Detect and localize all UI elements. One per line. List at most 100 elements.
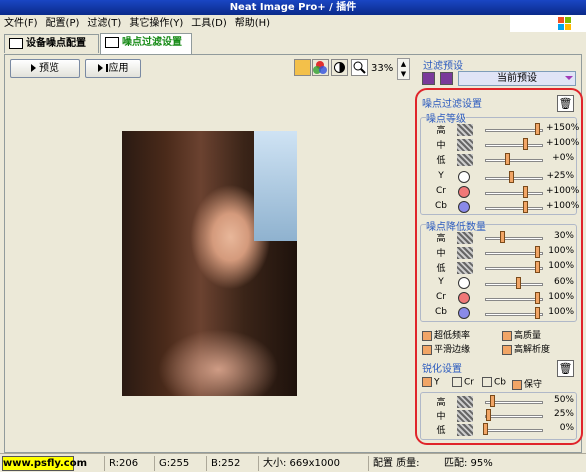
noise-level-noise-icon: [457, 124, 473, 136]
menu-filter[interactable]: 过滤(T): [83, 15, 125, 32]
noise-level-value: +0%: [552, 153, 574, 163]
reset-sharpen-button[interactable]: 🗑: [557, 360, 574, 377]
noise-level-slider-handle[interactable]: [523, 138, 529, 150]
save-preset-icon[interactable]: [440, 72, 453, 85]
checkbox-icon[interactable]: [502, 344, 512, 355]
reduction-level-label: 高: [436, 234, 446, 244]
noise-channel-value: +100%: [546, 201, 580, 211]
noise-channel-label: Cr: [436, 186, 446, 196]
option-label: 平滑边缘: [434, 345, 471, 355]
noise-level-slider-handle[interactable]: [535, 123, 541, 135]
menu-file[interactable]: 文件(F): [0, 15, 42, 32]
reduction-channel-value: 100%: [548, 292, 574, 302]
noise-filter-title: 噪点过滤设置: [422, 99, 482, 110]
reduction-level-slider-handle[interactable]: [499, 231, 505, 243]
noise-channel-value: +100%: [546, 186, 580, 196]
option-checkbox[interactable]: 超低频率: [422, 328, 470, 341]
noise-channel-slider-handle[interactable]: [523, 186, 529, 198]
noise-level-slider[interactable]: [485, 144, 543, 147]
trash-icon: 🗑: [558, 97, 573, 110]
sharpen-channel-checkbox[interactable]: Y: [422, 377, 440, 388]
noise-channel-label: Cb: [435, 201, 447, 211]
reduction-level-noise-icon: [457, 247, 473, 259]
sharpen-level-slider[interactable]: [485, 429, 543, 432]
chevron-up-icon[interactable]: ▲: [398, 59, 409, 69]
apply-button[interactable]: 应用: [85, 59, 141, 78]
chevron-down-icon[interactable]: ▼: [398, 69, 409, 79]
noise-channel-slider-handle[interactable]: [509, 171, 515, 183]
sharpen-level-slider-handle[interactable]: [486, 409, 492, 421]
option-label: 超低频率: [434, 331, 471, 341]
noise-level-noise-icon: [457, 154, 473, 166]
option-label: 高质量: [514, 331, 542, 341]
status-blue: B:252: [206, 456, 258, 471]
noise-channel-slider[interactable]: [485, 207, 543, 210]
reduction-level-slider-handle[interactable]: [535, 261, 541, 273]
noise-level-label: 中: [436, 141, 446, 151]
color-channels-icon[interactable]: [312, 59, 329, 76]
noise-channel-slider[interactable]: [485, 192, 543, 195]
app-window: Neat Image Pro+ / 插件 文件(F) 配置(P) 过滤(T) 其它操作…: [0, 0, 586, 472]
sharpen-channel-checkbox[interactable]: 保守: [512, 377, 542, 390]
sharpen-level-row: 中 25%: [420, 409, 585, 423]
status-size: 大小: 669x1000: [258, 456, 368, 471]
chevron-down-icon: [565, 76, 573, 80]
reduction-channel-slider-handle[interactable]: [516, 277, 521, 289]
reduction-channel-value: 100%: [548, 307, 574, 317]
menu-help[interactable]: 帮助(H): [231, 15, 274, 32]
reduction-level-slider-handle[interactable]: [535, 246, 541, 258]
checkbox-icon[interactable]: [512, 379, 522, 390]
noise-channel-value: +25%: [546, 171, 574, 181]
sharpen-channel-checkbox[interactable]: Cr: [452, 377, 474, 388]
preview-button[interactable]: 预览: [10, 59, 80, 78]
filter-toggle-icon[interactable]: [294, 59, 311, 76]
contrast-icon[interactable]: [331, 59, 348, 76]
load-preset-icon[interactable]: [422, 72, 435, 85]
noise-channel-slider-handle[interactable]: [523, 201, 529, 213]
reduction-channel-slider-handle[interactable]: [535, 292, 541, 304]
reduction-level-slider[interactable]: [485, 237, 543, 240]
reduction-channel-row: Cb 100%: [420, 307, 585, 321]
sharpen-channel-checkbox[interactable]: Cb: [482, 377, 506, 388]
status-green: G:255: [154, 456, 206, 471]
sharpen-level-value: 50%: [553, 395, 574, 405]
checkbox-icon[interactable]: [422, 344, 432, 355]
checkbox-icon[interactable]: [482, 377, 492, 387]
menu-other[interactable]: 其它操作(Y): [125, 15, 187, 32]
status-config-quality: 配置 质量: 83%: [368, 456, 440, 471]
tab-noise-filter-settings[interactable]: 噪点过滤设置: [100, 33, 192, 54]
checkbox-icon[interactable]: [452, 377, 462, 387]
zoom-icon[interactable]: [351, 59, 368, 76]
menu-config[interactable]: 配置(P): [42, 15, 84, 32]
reduction-channel-slider-handle[interactable]: [535, 307, 541, 319]
zoom-spinner[interactable]: ▲ ▼: [397, 58, 410, 80]
option-checkbox[interactable]: 高质量: [502, 328, 541, 341]
tab-device-noise-profile[interactable]: 设备噪点配置: [4, 34, 99, 53]
sharpen-level-slider-handle[interactable]: [483, 423, 488, 435]
noise-level-slider-handle[interactable]: [505, 153, 510, 165]
menu-tools[interactable]: 工具(D): [187, 15, 231, 32]
checkbox-icon[interactable]: [422, 330, 432, 341]
sharpen-level-noise-icon: [457, 410, 473, 422]
noise-level-slider[interactable]: [485, 159, 543, 162]
checkbox-icon[interactable]: [422, 377, 432, 387]
sharpen-level-slider-handle[interactable]: [489, 395, 495, 407]
sharpen-level-slider[interactable]: [485, 415, 543, 418]
reset-filter-button[interactable]: 🗑: [557, 95, 574, 112]
zoom-level: 33%: [371, 63, 394, 74]
checkbox-icon[interactable]: [502, 330, 512, 341]
noise-channel-label: Y: [438, 171, 444, 181]
reduction-channel-slider[interactable]: [485, 283, 543, 286]
reduction-level-label: 中: [436, 249, 446, 259]
sharpen-level-label: 高: [436, 398, 446, 408]
option-checkbox[interactable]: 平滑边缘: [422, 342, 470, 355]
trash-icon: 🗑: [558, 362, 573, 375]
presets-title: 过滤预设: [423, 61, 463, 72]
option-checkbox[interactable]: 高解析度: [502, 342, 550, 355]
preset-select[interactable]: 当前预设: [458, 71, 576, 86]
reduction-channel-row: Y 60%: [420, 277, 585, 291]
noise-level-row: 高 +150%: [420, 123, 585, 137]
noise-level-value: +100%: [546, 138, 580, 148]
reduction-level-noise-icon: [457, 262, 473, 274]
preview-image[interactable]: [122, 131, 297, 396]
